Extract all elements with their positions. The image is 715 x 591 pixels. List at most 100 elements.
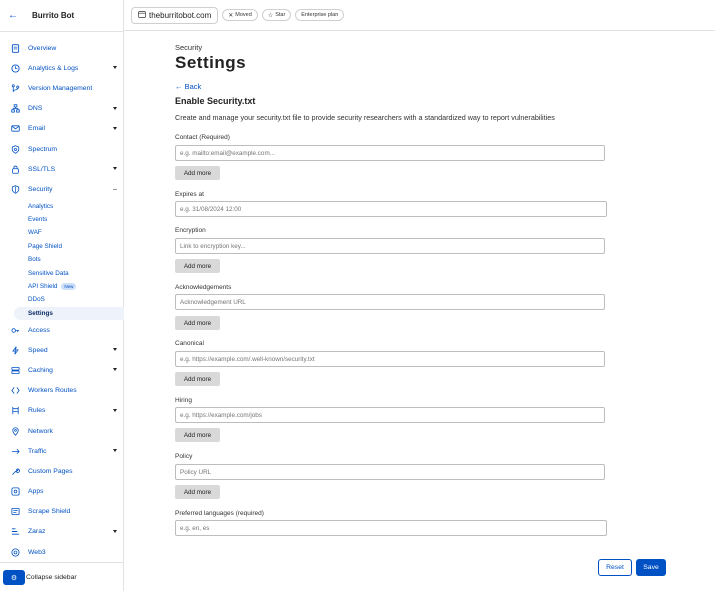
subitem-label: Settings [28, 309, 53, 317]
sidebar-item-ssl-tls[interactable]: SSL/TLS [0, 159, 124, 179]
sidebar-item-web3[interactable]: Web3 [0, 542, 124, 562]
sidebar-item-label: Workers Routes [28, 387, 77, 395]
sidebar-subitem-api-shield[interactable]: API Shield New [0, 280, 124, 293]
apps-icon [10, 487, 20, 497]
envelope-icon [10, 124, 20, 134]
sidebar-subitem-ddos[interactable]: DDoS [0, 293, 124, 306]
collapse-sidebar-button[interactable]: ⚙ [3, 570, 25, 585]
subitem-label: WAF [28, 229, 42, 237]
sidebar-item-overview[interactable]: Overview [0, 38, 124, 58]
sidebar-item-label: Custom Pages [28, 467, 73, 475]
subitem-label: API Shield [28, 283, 58, 291]
preferred-languages-input[interactable] [175, 520, 607, 536]
sidebar-item-security[interactable]: Security [0, 179, 124, 199]
acknowledgements-input[interactable] [175, 294, 605, 310]
encryption-add-more-button[interactable]: Add more [175, 259, 220, 273]
chevron-down-icon[interactable] [113, 167, 117, 171]
hiring-add-more-button[interactable]: Add more [175, 428, 220, 442]
acknowledgements-label: Acknowledgements [175, 284, 232, 291]
acknowledgements-add-more-button[interactable]: Add more [175, 316, 220, 330]
subitem-label: Events [28, 216, 48, 224]
sidebar-item-dns[interactable]: DNS [0, 99, 124, 119]
chevron-down-icon[interactable] [113, 529, 117, 533]
chevron-down-icon[interactable] [113, 408, 117, 412]
policy-input[interactable] [175, 464, 605, 480]
location-icon [10, 426, 20, 436]
gear-icon: ⚙ [10, 574, 18, 582]
sidebar-nav: Overview Analytics & Logs Version Manage… [0, 38, 124, 562]
lock-icon [10, 164, 20, 174]
sidebar-item-label: Rules [28, 407, 46, 415]
encryption-input[interactable] [175, 238, 605, 254]
sidebar-item-rules[interactable]: Rules [0, 401, 124, 421]
sidebar-subitem-settings[interactable]: Settings [14, 306, 124, 321]
sidebar-item-network[interactable]: Network [0, 421, 124, 441]
workers-icon [10, 386, 20, 396]
expires-label: Expires at [175, 191, 204, 198]
shield-icon [10, 184, 20, 194]
web3-icon [10, 547, 20, 557]
collapse-sidebar-label[interactable]: Collapse sidebar [26, 574, 77, 581]
sidebar-item-label: SSL/TLS [28, 165, 56, 173]
rules-icon [10, 406, 20, 416]
sidebar-item-custom-pages[interactable]: Custom Pages [0, 461, 124, 481]
canonical-input[interactable] [175, 351, 605, 367]
scrape-icon [10, 507, 20, 517]
chevron-down-icon[interactable] [113, 368, 117, 372]
sidebar-item-label: Version Management [28, 84, 93, 92]
save-button[interactable]: Save [636, 559, 666, 576]
expires-input[interactable] [175, 201, 607, 217]
hiring-input[interactable] [175, 407, 605, 423]
sidebar-item-workers-routes[interactable]: Workers Routes [0, 381, 124, 401]
canonical-add-more-button[interactable]: Add more [175, 372, 220, 386]
chevron-down-icon[interactable] [113, 126, 117, 130]
shield-check-icon [10, 144, 20, 154]
contact-input[interactable] [175, 145, 605, 161]
sidebar-item-label: Spectrum [28, 145, 58, 153]
chevron-down-icon[interactable] [113, 106, 117, 110]
sidebar-item-label: Security [28, 185, 53, 193]
collapse-dash-icon[interactable] [113, 189, 117, 191]
preferred-languages-label: Preferred languages (required) [175, 510, 264, 517]
subitem-label: Bots [28, 256, 41, 264]
traffic-icon [10, 446, 20, 456]
sidebar-item-spectrum[interactable]: Spectrum [0, 139, 124, 159]
reset-button[interactable]: Reset [598, 559, 632, 576]
sidebar-item-email[interactable]: Email [0, 119, 124, 139]
sidebar-item-scrape-shield[interactable]: Scrape Shield [0, 502, 124, 522]
sidebar-item-version-management[interactable]: Version Management [0, 78, 124, 98]
sidebar-subitem-sensitive-data[interactable]: Sensitive Data [0, 266, 124, 279]
policy-add-more-button[interactable]: Add more [175, 485, 220, 499]
chevron-down-icon[interactable] [113, 66, 117, 70]
sidebar-item-zaraz[interactable]: Zaraz [0, 522, 124, 542]
back-arrow-icon[interactable]: ← [8, 10, 20, 21]
contact-add-more-button[interactable]: Add more [175, 166, 220, 180]
browser-window-icon [138, 10, 146, 20]
sidebar-item-caching[interactable]: Caching [0, 360, 124, 380]
sidebar-item-traffic[interactable]: Traffic [0, 441, 124, 461]
network-tree-icon [10, 104, 20, 114]
chevron-down-icon[interactable] [113, 348, 117, 352]
sidebar-item-apps[interactable]: Apps [0, 482, 124, 502]
policy-label: Policy [175, 453, 193, 460]
account-name: Burrito Bot [32, 11, 75, 20]
chevron-down-icon[interactable] [113, 449, 117, 453]
clock-icon [10, 63, 20, 73]
sidebar-subitem-waf[interactable]: WAF [0, 226, 124, 239]
sidebar-subitem-bots[interactable]: Bots [0, 253, 124, 266]
sidebar-item-label: Web3 [28, 548, 46, 556]
sidebar-item-label: Analytics & Logs [28, 64, 79, 72]
sidebar-item-label: Email [28, 125, 45, 133]
sidebar-subitem-page-shield[interactable]: Page Shield [0, 240, 124, 253]
sidebar-subitem-events[interactable]: Events [0, 213, 124, 226]
sidebar-item-analytics-logs[interactable]: Analytics & Logs [0, 58, 124, 78]
sidebar-item-access[interactable]: Access [0, 320, 124, 340]
sidebar-header: ← Burrito Bot [0, 0, 123, 32]
contact-label: Contact (Required) [175, 134, 230, 141]
sidebar-item-label: Traffic [28, 447, 47, 455]
subitem-label: Page Shield [28, 242, 62, 250]
branch-icon [10, 83, 20, 93]
sidebar-subitem-analytics[interactable]: Analytics [0, 200, 124, 213]
sidebar-item-label: Access [28, 326, 50, 334]
sidebar-item-speed[interactable]: Speed [0, 340, 124, 360]
